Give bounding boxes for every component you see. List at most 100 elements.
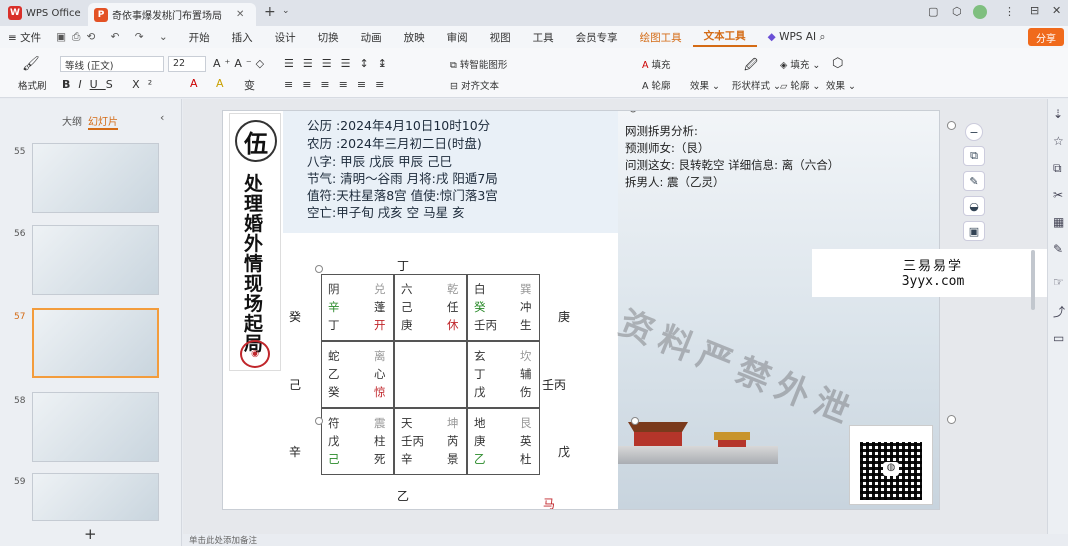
highlight-icon[interactable]: A bbox=[216, 77, 224, 90]
shape-style-icon[interactable]: 🖉 bbox=[744, 56, 758, 78]
menu-review[interactable]: 审阅 bbox=[436, 30, 479, 45]
slide-thumbnail-57[interactable] bbox=[32, 308, 159, 378]
shape-outline-label: 轮廓 bbox=[790, 81, 810, 92]
menu-drawing-tools[interactable]: 绘图工具 bbox=[629, 30, 693, 45]
menu-tools[interactable]: 工具 bbox=[522, 30, 565, 45]
frame-icon[interactable]: ▣ bbox=[963, 221, 985, 241]
smart-shape-button[interactable]: ⧉ 转智能图形 bbox=[450, 57, 507, 71]
cursor-icon[interactable]: ☞ bbox=[1053, 275, 1064, 289]
font-color-icon[interactable]: A bbox=[190, 77, 198, 90]
avatar[interactable] bbox=[973, 5, 987, 19]
layers-icon[interactable]: ⧉ bbox=[963, 146, 985, 166]
selection-handle[interactable] bbox=[631, 417, 639, 425]
close-tab-icon[interactable]: ✕ bbox=[236, 9, 244, 20]
menu-bar: ≡ 文件 ▣⎙⟲ ↶ ↷ ⌄ 开始 插入 设计 切换 动画 放映 审阅 视图 工… bbox=[0, 26, 1068, 48]
new-tab-icon[interactable]: + bbox=[264, 4, 276, 20]
palace-star: 心 bbox=[374, 367, 386, 381]
font-style-icons[interactable]: BIUS X² bbox=[62, 78, 160, 91]
align-text-button[interactable]: ⊟ 对齐文本 bbox=[450, 78, 499, 92]
font-size-select[interactable]: 22 bbox=[168, 56, 206, 72]
selection-handle[interactable] bbox=[947, 121, 956, 130]
palace-stem2: 庚 bbox=[401, 318, 413, 332]
copy-icon[interactable]: ⧉ bbox=[1053, 161, 1062, 176]
toolbar-icon[interactable]: ⇣ bbox=[1053, 107, 1063, 121]
menu-member[interactable]: 会员专享 bbox=[565, 30, 629, 45]
align-icons[interactable]: ≡≡≡≡≡≡ bbox=[284, 78, 393, 91]
shape-effects-button[interactable]: 效果 ⌄ bbox=[826, 78, 856, 92]
shape-fill-float-icon[interactable]: ◒ bbox=[963, 196, 985, 216]
device-icon[interactable]: ▭ bbox=[1053, 331, 1064, 345]
search-icon[interactable]: ⌕ bbox=[819, 31, 825, 43]
palace-god: 天 bbox=[401, 416, 413, 430]
selection-handle[interactable] bbox=[947, 415, 956, 424]
nine-palace-grid[interactable]: 阴兑辛蓬丁开六乾己任庚休白巽癸冲壬丙生蛇离乙心癸惊玄坎丁辅戊伤符震戊柱己死天坤壬… bbox=[321, 274, 542, 476]
tab-outline[interactable]: 大纲 bbox=[62, 113, 82, 128]
slide-thumbnail-56[interactable] bbox=[32, 225, 159, 295]
menu-animation[interactable]: 动画 bbox=[350, 30, 393, 45]
char-spacing-icon[interactable]: 变 bbox=[244, 77, 255, 93]
tab-home[interactable]: W WPS Office bbox=[4, 3, 82, 23]
palace-stem2: 壬丙 bbox=[474, 318, 497, 332]
shape-fill-button[interactable]: ◈ 填充 ⌄ bbox=[780, 57, 820, 71]
palace-cell: 地 艮庚 英乙 杜 bbox=[467, 408, 540, 475]
text-fill-button[interactable]: A 填充 bbox=[642, 57, 671, 71]
shape-effects-icon[interactable]: ⬡ bbox=[832, 56, 843, 71]
selection-handle[interactable] bbox=[315, 417, 323, 425]
add-slide-button[interactable]: + bbox=[84, 525, 97, 543]
minimize-icon[interactable]: ⊟ bbox=[1030, 4, 1039, 17]
cube-icon[interactable]: ⬡ bbox=[952, 5, 962, 18]
left-stem-mid: 己 bbox=[289, 378, 302, 392]
menu-view[interactable]: 视图 bbox=[479, 30, 522, 45]
horse-mark: 马 bbox=[543, 497, 556, 510]
palace-stem1: 壬丙 bbox=[401, 434, 424, 448]
palace-god: 地 bbox=[474, 416, 486, 430]
slide-thumbnail-55[interactable] bbox=[32, 143, 159, 213]
minus-button[interactable]: − bbox=[965, 123, 983, 141]
slide[interactable]: 伍 处理婚外情现场起局 ◉ 公历 :2024年4月10日10时10分 农历 :2… bbox=[222, 110, 940, 510]
slide-thumbnail-58[interactable] bbox=[32, 392, 159, 462]
share-icon[interactable]: ⤴ bbox=[1053, 303, 1065, 320]
close-window-icon[interactable]: ✕ bbox=[1052, 4, 1061, 17]
rotate-handle-icon[interactable]: ⟳ bbox=[629, 111, 639, 116]
star-icon[interactable]: ☆ bbox=[1053, 134, 1064, 148]
share-button[interactable]: 分享 bbox=[1028, 28, 1064, 46]
menu-file[interactable]: ≡ 文件 bbox=[0, 30, 52, 45]
font-grow-shrink-icons[interactable]: A⁺A⁻◇ bbox=[213, 57, 268, 70]
scrollbar[interactable] bbox=[1031, 250, 1035, 310]
tab-list-icon[interactable]: ⌄ bbox=[282, 6, 290, 16]
list-icons[interactable]: ☰☰☰☰↕↨ bbox=[284, 57, 396, 70]
analysis-text[interactable]: 网测拆男分析: 预测师女:（艮） 问测这女: 艮转乾空 详细信息: 离（六合） … bbox=[625, 123, 839, 191]
text-effects-button[interactable]: 效果 ⌄ bbox=[690, 78, 720, 92]
edit-icon[interactable]: ✎ bbox=[1053, 242, 1063, 256]
selection-handle[interactable] bbox=[315, 265, 323, 273]
shape-outline-button[interactable]: ▱ 轮廓 ⌄ bbox=[780, 78, 820, 92]
palace-door: 杜 bbox=[520, 452, 532, 466]
format-painter-icon[interactable]: 🖌 bbox=[22, 56, 40, 72]
menu-insert[interactable]: 插入 bbox=[221, 30, 264, 45]
notes-bar[interactable]: 单击此处添加备注 bbox=[183, 534, 1068, 546]
menu-slideshow[interactable]: 放映 bbox=[393, 30, 436, 45]
format-painter-label[interactable]: 格式刷 bbox=[18, 78, 47, 92]
tools-icon[interactable]: ✂ bbox=[1053, 188, 1063, 202]
menu-design[interactable]: 设计 bbox=[264, 30, 307, 45]
slide-thumbnail-59[interactable] bbox=[32, 473, 159, 521]
info-line-solar: 公历 :2024年4月10日10时10分 bbox=[307, 118, 491, 133]
window-layout-icon[interactable]: ▢ bbox=[928, 5, 938, 18]
tab-slides[interactable]: 幻灯片 bbox=[88, 113, 118, 130]
tab-document[interactable]: P 奇依事爆发桃门布置场局 ✕ bbox=[88, 3, 256, 26]
menu-text-tools[interactable]: 文本工具 bbox=[692, 28, 757, 47]
collapse-panel-icon[interactable]: ‹ bbox=[160, 111, 164, 124]
pen-icon[interactable]: ✎ bbox=[963, 171, 985, 191]
right-stem-bot: 戊 bbox=[558, 445, 571, 459]
menu-wps-ai[interactable]: ◆ WPS AI ⌕ bbox=[757, 31, 837, 44]
menu-file-label: 文件 bbox=[20, 31, 42, 44]
shape-style-button[interactable]: 形状样式 ⌄ bbox=[732, 78, 781, 92]
grid-icon[interactable]: ▦ bbox=[1053, 215, 1064, 229]
menu-start[interactable]: 开始 bbox=[178, 30, 221, 45]
quick-access-icons[interactable]: ▣⎙⟲ ↶ ↷ ⌄ bbox=[52, 31, 178, 44]
font-name-select[interactable]: 等线 (正文) bbox=[60, 56, 164, 72]
text-outline-button[interactable]: A 轮廓 bbox=[642, 78, 671, 92]
menu-more-icon[interactable]: ⋮ bbox=[1004, 5, 1015, 18]
title-column[interactable]: 伍 处理婚外情现场起局 ◉ bbox=[229, 113, 281, 371]
menu-transition[interactable]: 切换 bbox=[307, 30, 350, 45]
